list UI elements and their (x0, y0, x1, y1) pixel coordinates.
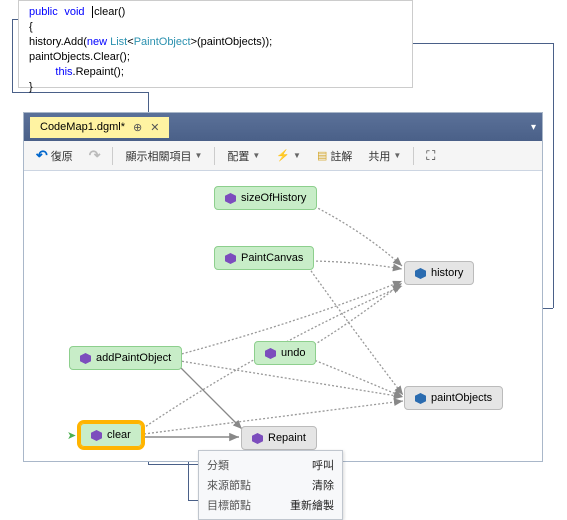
node-paintobjects[interactable]: paintObjects (404, 386, 503, 410)
node-repaint[interactable]: Repaint (241, 426, 317, 450)
keyword-new: new (87, 36, 107, 48)
node-clear[interactable]: ➤clear (80, 423, 142, 447)
node-history[interactable]: history (404, 261, 474, 285)
node-label: Repaint (268, 432, 306, 444)
field-icon (415, 268, 426, 279)
note-icon: ▤ (317, 149, 327, 162)
node-label: history (431, 267, 463, 279)
undo-icon: ↶ (36, 147, 48, 164)
chevron-down-icon: ▼ (252, 151, 260, 160)
node-sizeofhistory[interactable]: sizeOfHistory (214, 186, 317, 210)
chevron-down-icon: ▼ (194, 151, 202, 160)
bolt-button[interactable]: ⚡▼ (270, 146, 307, 165)
node-addpaintobject[interactable]: addPaintObject (69, 346, 182, 370)
connector (553, 43, 554, 308)
pin-icon[interactable]: ⊕ (133, 121, 142, 134)
field-icon (415, 393, 426, 404)
chevron-down-icon: ▼ (293, 151, 301, 160)
annotate-label: 註解 (330, 148, 352, 164)
tooltip-key: 目標節點 (207, 497, 251, 513)
redo-button[interactable]: ↷ (83, 144, 107, 167)
connector (148, 464, 198, 465)
tab-strip: CodeMap1.dgml* ⊕ ✕ ▾ (24, 113, 542, 141)
tooltip-val: 重新繪製 (290, 497, 334, 513)
window-menu-icon[interactable]: ▾ (531, 122, 536, 133)
fit-button[interactable]: ⛶ (420, 145, 441, 167)
node-label: PaintCanvas (241, 252, 303, 264)
layout-button[interactable]: 配置▼ (221, 145, 266, 167)
method-icon (91, 430, 102, 441)
chevron-down-icon: ▼ (393, 151, 401, 160)
connector (413, 43, 553, 44)
codemap-pane: CodeMap1.dgml* ⊕ ✕ ▾ ↶復原 ↷ 顯示相關項目▼ 配置▼ ⚡… (23, 112, 543, 462)
brace: } (29, 81, 33, 93)
method-icon (265, 348, 276, 359)
keyword-this: this (55, 66, 72, 78)
toolbar: ↶復原 ↷ 顯示相關項目▼ 配置▼ ⚡▼ ▤註解 共用▼ ⛶ (24, 141, 542, 171)
type-paintobject: PaintObject (134, 36, 191, 48)
tooltip-val: 清除 (312, 477, 334, 493)
entry-arrow-icon: ➤ (67, 429, 76, 442)
keyword-public: public (29, 6, 58, 18)
graph-edges (24, 171, 542, 461)
type-list: List (110, 36, 127, 48)
code-editor[interactable]: public void clear() { history.Add(new Li… (18, 0, 413, 88)
close-icon[interactable]: ✕ (150, 121, 159, 134)
connector (12, 19, 13, 92)
node-label: clear (107, 429, 131, 441)
annotate-button[interactable]: ▤註解 (311, 145, 358, 167)
redo-icon: ↷ (89, 147, 101, 164)
separator (413, 147, 414, 165)
tooltip-val: 呼叫 (312, 457, 334, 473)
method-icon (252, 433, 263, 444)
tooltip-key: 分類 (207, 457, 229, 473)
method-name: clear() (94, 6, 125, 18)
show-related-button[interactable]: 顯示相關項目▼ (119, 145, 208, 167)
node-label: sizeOfHistory (241, 192, 306, 204)
node-label: addPaintObject (96, 352, 171, 364)
keyword-void: void (64, 6, 84, 18)
code-text: >(paintObjects)); (191, 36, 273, 48)
share-label: 共用 (368, 148, 390, 164)
method-icon (80, 353, 91, 364)
undo-label: 復原 (51, 148, 73, 164)
text-cursor (92, 6, 93, 18)
code-text: .Repaint(); (73, 66, 124, 78)
share-button[interactable]: 共用▼ (362, 145, 407, 167)
tab-title: CodeMap1.dgml* (40, 121, 125, 133)
tooltip-key: 來源節點 (207, 477, 251, 493)
method-icon (225, 193, 236, 204)
tab-codemap[interactable]: CodeMap1.dgml* ⊕ ✕ (30, 117, 169, 138)
bolt-icon: ⚡ (276, 149, 290, 162)
separator (214, 147, 215, 165)
edge-tooltip: 分類 呼叫 來源節點 清除 目標節點 重新繪製 (198, 450, 343, 520)
separator (112, 147, 113, 165)
brace: { (29, 21, 33, 33)
code-text: history.Add( (29, 36, 87, 48)
node-label: undo (281, 347, 305, 359)
undo-button[interactable]: ↶復原 (30, 144, 79, 167)
graph-canvas[interactable]: sizeOfHistory PaintCanvas addPaintObject… (24, 171, 542, 461)
method-icon (225, 253, 236, 264)
node-paintcanvas[interactable]: PaintCanvas (214, 246, 314, 270)
layout-label: 配置 (227, 148, 249, 164)
node-undo[interactable]: undo (254, 341, 316, 365)
fit-icon: ⛶ (426, 148, 435, 164)
node-label: paintObjects (431, 392, 492, 404)
code-line: paintObjects.Clear(); (29, 51, 130, 63)
related-label: 顯示相關項目 (125, 148, 191, 164)
